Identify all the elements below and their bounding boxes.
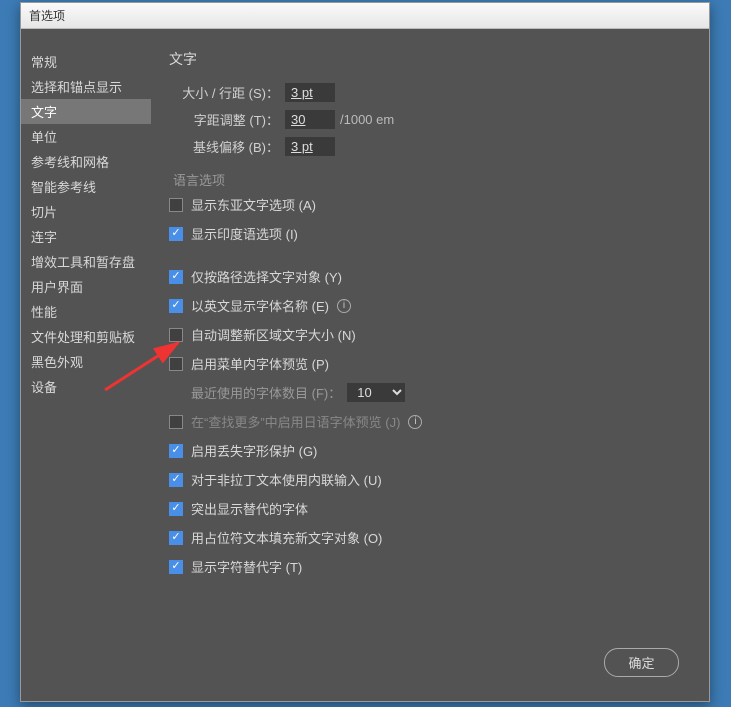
sidebar-item-4[interactable]: 参考线和网格 (21, 149, 151, 174)
checkbox-label: 显示印度语选项 (I) (191, 224, 298, 243)
checkbox-icon (169, 227, 183, 241)
ok-button[interactable]: 确定 (604, 648, 679, 677)
sidebar: 常规选择和锚点显示文字单位参考线和网格智能参考线切片连字增效工具和暂存盘用户界面… (21, 29, 151, 701)
sidebar-item-9[interactable]: 用户界面 (21, 274, 151, 299)
checkbox-path-only[interactable]: 仅按路径选择文字对象 (Y) (169, 267, 691, 286)
checkbox-label: 自动调整新区域文字大小 (N) (191, 325, 356, 344)
checkbox-icon (169, 299, 183, 313)
checkbox-label: 以英文显示字体名称 (E) (191, 296, 329, 315)
size-label: 大小 / 行距 (S)： (169, 83, 279, 102)
checkbox-missing-glyph[interactable]: 启用丢失字形保护 (G) (169, 441, 691, 460)
checkbox-icon (169, 473, 183, 487)
checkbox-highlight-sub[interactable]: 突出显示替代的字体 (169, 499, 691, 518)
checkbox-icon (169, 531, 183, 545)
checkbox-icon (169, 357, 183, 371)
checkbox-label: 启用菜单内字体预览 (P) (191, 354, 329, 373)
recent-fonts-label: 最近使用的字体数目 (F)： (191, 383, 341, 402)
info-icon[interactable]: i (337, 299, 351, 313)
checkbox-show-alt[interactable]: 显示字符替代字 (T) (169, 557, 691, 576)
window-title: 首选项 (21, 3, 709, 29)
sidebar-item-6[interactable]: 切片 (21, 199, 151, 224)
checkbox-label: 显示东亚文字选项 (A) (191, 195, 316, 214)
checkbox-english-font[interactable]: 以英文显示字体名称 (E) i (169, 296, 691, 315)
checkbox-label: 突出显示替代的字体 (191, 499, 308, 518)
sidebar-item-7[interactable]: 连字 (21, 224, 151, 249)
info-icon[interactable]: i (408, 415, 422, 429)
checkbox-icon (169, 560, 183, 574)
preferences-window: 首选项 常规选择和锚点显示文字单位参考线和网格智能参考线切片连字增效工具和暂存盘… (20, 2, 710, 702)
sidebar-item-3[interactable]: 单位 (21, 124, 151, 149)
tracking-label: 字距调整 (T)： (169, 110, 279, 129)
checkbox-east-asian[interactable]: 显示东亚文字选项 (A) (169, 195, 691, 214)
sidebar-item-12[interactable]: 黑色外观 (21, 349, 151, 374)
size-input[interactable] (285, 83, 335, 102)
checkbox-label: 对于非拉丁文本使用内联输入 (U) (191, 470, 382, 489)
baseline-label: 基线偏移 (B)： (169, 137, 279, 156)
sidebar-item-10[interactable]: 性能 (21, 299, 151, 324)
checkbox-icon (169, 502, 183, 516)
panel-heading: 文字 (169, 49, 691, 69)
sidebar-item-0[interactable]: 常规 (21, 49, 151, 74)
sidebar-item-11[interactable]: 文件处理和剪贴板 (21, 324, 151, 349)
sidebar-item-1[interactable]: 选择和锚点显示 (21, 74, 151, 99)
checkbox-label: 用占位符文本填充新文字对象 (O) (191, 528, 382, 547)
sidebar-item-8[interactable]: 增效工具和暂存盘 (21, 249, 151, 274)
checkbox-icon (169, 270, 183, 284)
checkbox-label: 显示字符替代字 (T) (191, 557, 302, 576)
baseline-input[interactable] (285, 137, 335, 156)
main-panel: 文字 大小 / 行距 (S)： 字距调整 (T)： /1000 em 基线偏移 … (151, 29, 709, 701)
baseline-row: 基线偏移 (B)： (169, 137, 691, 156)
recent-fonts-row: 最近使用的字体数目 (F)： 10 (191, 383, 691, 402)
checkbox-indic[interactable]: 显示印度语选项 (I) (169, 224, 691, 243)
sidebar-item-2[interactable]: 文字 (21, 99, 151, 124)
sidebar-item-5[interactable]: 智能参考线 (21, 174, 151, 199)
content-area: 常规选择和锚点显示文字单位参考线和网格智能参考线切片连字增效工具和暂存盘用户界面… (21, 29, 709, 701)
language-section-title: 语言选项 (173, 170, 691, 189)
checkbox-auto-size[interactable]: 自动调整新区域文字大小 (N) (169, 325, 691, 344)
checkbox-icon (169, 198, 183, 212)
checkbox-jp-find-more[interactable]: 在“查找更多”中启用日语字体预览 (J) i (169, 412, 691, 431)
tracking-row: 字距调整 (T)： /1000 em (169, 110, 691, 129)
checkbox-menu-preview[interactable]: 启用菜单内字体预览 (P) (169, 354, 691, 373)
size-row: 大小 / 行距 (S)： (169, 83, 691, 102)
checkbox-label: 在“查找更多”中启用日语字体预览 (J) (191, 412, 400, 431)
checkbox-inline-input[interactable]: 对于非拉丁文本使用内联输入 (U) (169, 470, 691, 489)
checkbox-icon (169, 444, 183, 458)
recent-fonts-select[interactable]: 10 (347, 383, 405, 402)
tracking-input[interactable] (285, 110, 335, 129)
checkbox-icon (169, 415, 183, 429)
checkbox-label: 启用丢失字形保护 (G) (191, 441, 317, 460)
sidebar-item-13[interactable]: 设备 (21, 374, 151, 399)
checkbox-fill-placeholder[interactable]: 用占位符文本填充新文字对象 (O) (169, 528, 691, 547)
checkbox-label: 仅按路径选择文字对象 (Y) (191, 267, 342, 286)
checkbox-icon (169, 328, 183, 342)
tracking-unit: /1000 em (340, 112, 394, 127)
